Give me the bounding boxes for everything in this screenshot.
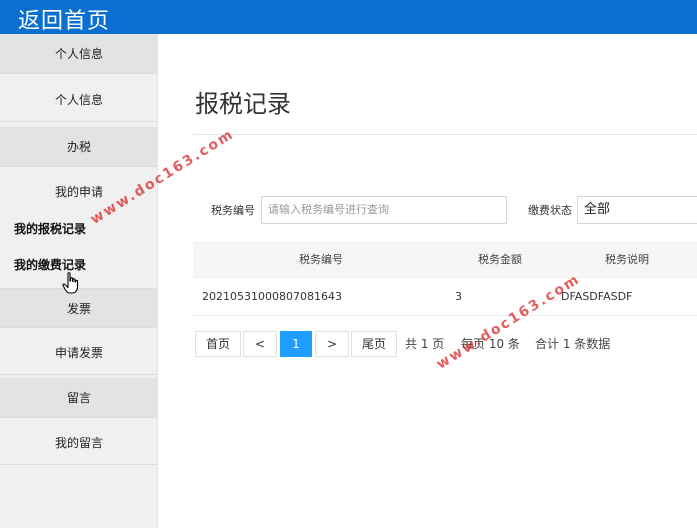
payment-status-select[interactable]: 全部 bbox=[577, 196, 697, 224]
cell-tax-desc: DFASDFASDF bbox=[561, 290, 633, 303]
sidebar-category-personal[interactable]: 个人信息 bbox=[0, 34, 158, 74]
top-bar: 返回首页 bbox=[0, 0, 697, 34]
prev-page-button[interactable]: < bbox=[243, 331, 277, 357]
sidebar-category-message[interactable]: 留言 bbox=[0, 378, 158, 418]
main-content: 报税记录 税务编号 缴费状态 全部 税务编号 税务金额 税务说明 2021053… bbox=[159, 34, 697, 528]
tax-no-search-input[interactable] bbox=[261, 196, 507, 224]
per-page-text: 每页 10 条 bbox=[461, 337, 520, 351]
column-header-tax-no: 税务编号 bbox=[299, 253, 343, 266]
back-home-link[interactable]: 返回首页 bbox=[18, 3, 110, 35]
sidebar-item-my-tax-records[interactable]: 我的报税记录 bbox=[14, 220, 86, 237]
sidebar-item-my-applications[interactable]: 我的申请 bbox=[0, 170, 158, 214]
sidebar-category-tax[interactable]: 办税 bbox=[0, 127, 158, 167]
page-title: 报税记录 bbox=[195, 90, 291, 118]
sidebar-item-my-payment-records[interactable]: 我的缴费记录 bbox=[14, 256, 86, 273]
sidebar-item-my-messages[interactable]: 我的留言 bbox=[0, 421, 158, 465]
sidebar-item-personal-info[interactable]: 个人信息 bbox=[0, 78, 158, 122]
cell-tax-amount: 3 bbox=[455, 290, 462, 303]
sidebar-item-apply-invoice[interactable]: 申请发票 bbox=[0, 331, 158, 375]
payment-status-label: 缴费状态 bbox=[528, 204, 572, 217]
hand-cursor-icon bbox=[62, 272, 79, 294]
column-header-tax-amount: 税务金额 bbox=[478, 253, 522, 266]
table-row[interactable]: 20210531000807081643 3 DFASDFASDF bbox=[193, 278, 697, 316]
last-page-button[interactable]: 尾页 bbox=[351, 331, 397, 357]
next-page-button[interactable]: > bbox=[315, 331, 349, 357]
page-1-button[interactable]: 1 bbox=[280, 331, 312, 357]
table-header: 税务编号 税务金额 税务说明 bbox=[193, 242, 697, 278]
first-page-button[interactable]: 首页 bbox=[195, 331, 241, 357]
sidebar-category-invoice[interactable]: 发票 bbox=[0, 288, 158, 328]
total-records-text: 合计 1 条数据 bbox=[535, 337, 611, 351]
cell-tax-no: 20210531000807081643 bbox=[202, 290, 342, 303]
column-header-tax-desc: 税务说明 bbox=[605, 253, 649, 266]
title-divider bbox=[193, 134, 697, 135]
tax-no-label: 税务编号 bbox=[211, 204, 255, 217]
total-pages-text: 共 1 页 bbox=[405, 337, 445, 351]
